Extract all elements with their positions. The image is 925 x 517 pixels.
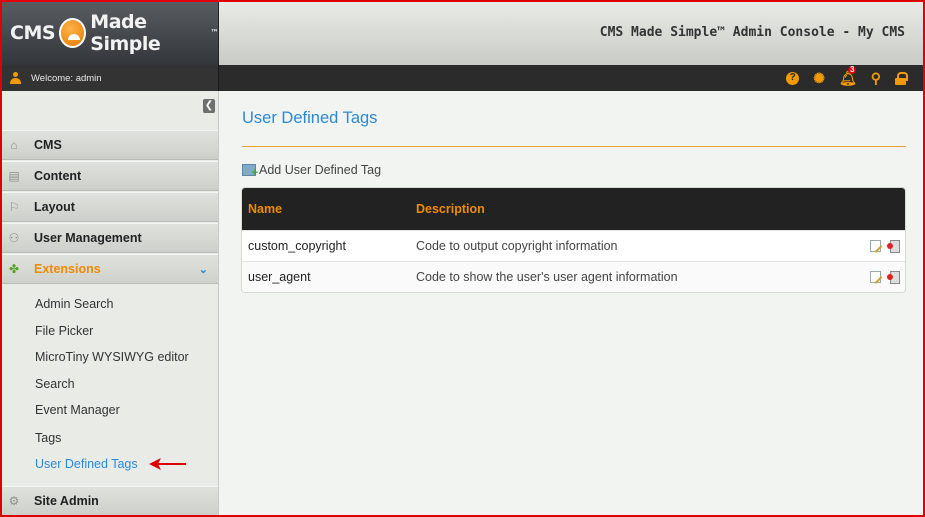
add-link-label: Add User Defined Tag <box>259 163 382 177</box>
sidebar-item-event-manager[interactable]: Event Manager <box>35 403 120 417</box>
notifications-bell-icon[interactable]: 🔔︎ 3 <box>839 66 857 86</box>
gear-icon: ⚙ <box>8 494 20 508</box>
tag-name-link[interactable]: custom_copyright <box>242 239 416 253</box>
annotation-arrow-icon <box>149 458 186 470</box>
sidebar-section-label: Site Admin <box>34 494 99 508</box>
delete-icon[interactable] <box>887 240 900 253</box>
logo-badge-icon <box>59 17 87 48</box>
user-bar: Welcome: admin ? ✺ 🔔︎ 3 ⚲ <box>0 65 925 91</box>
sidebar-section-extensions[interactable]: ✤ Extensions ⌄ <box>0 254 218 284</box>
sidebar-section-layout[interactable]: ⚐ Layout <box>0 192 218 222</box>
settings-icon[interactable]: ✺ <box>813 71 825 85</box>
sidebar-item-search[interactable]: Search <box>35 377 75 391</box>
sidebar-section-label: Content <box>34 169 82 183</box>
column-header-description: Description <box>416 202 485 216</box>
edit-icon[interactable] <box>870 240 881 252</box>
chevron-down-icon: ⌄ <box>198 264 208 276</box>
sidebar-item-tags[interactable]: Tags <box>35 431 61 445</box>
header: CMS Made Simple ™ CMS Made Simple™ Admin … <box>0 0 925 65</box>
main-content: User Defined Tags Add User Defined Tag N… <box>220 91 925 517</box>
logo-cms: CMS <box>10 21 56 44</box>
row-actions <box>845 271 905 284</box>
trademark: ™ <box>210 28 219 37</box>
add-icon <box>242 164 258 179</box>
row-actions <box>845 240 905 253</box>
sidebar-item-microtiny[interactable]: MicroTiny WYSIWYG editor <box>35 350 189 364</box>
tag-description: Code to show the user's user agent infor… <box>416 270 678 284</box>
header-bar: CMS Made Simple™ Admin Console - My CMS <box>219 0 925 65</box>
sidebar-section-user-management[interactable]: ⚇ User Management <box>0 223 218 253</box>
user-actions: ? ✺ 🔔︎ 3 ⚲ <box>219 66 925 86</box>
notification-count-badge: 3 <box>847 65 857 74</box>
logo[interactable]: CMS Made Simple ™ <box>0 0 219 65</box>
user-welcome: Welcome: admin <box>0 65 219 91</box>
console-title: CMS Made Simple™ Admin Console - My CMS <box>599 25 905 40</box>
users-icon: ⚇ <box>8 231 20 245</box>
puzzle-icon: ✤ <box>8 262 20 276</box>
sidebar-item-admin-search[interactable]: Admin Search <box>35 297 114 311</box>
add-user-defined-tag-link[interactable]: Add User Defined Tag <box>242 163 382 179</box>
sidebar: ❮ ⌂ CMS ▤ Content ⚐ Layout ⚇ User Manage… <box>0 91 219 517</box>
sidebar-section-content[interactable]: ▤ Content <box>0 161 218 191</box>
table-header: Name Description <box>242 188 905 230</box>
help-icon[interactable]: ? <box>786 71 800 85</box>
tag-name-link[interactable]: user_agent <box>242 270 416 284</box>
sidebar-section-label: Layout <box>34 200 75 214</box>
sidebar-section-label: CMS <box>34 138 62 152</box>
logout-lock-icon[interactable] <box>895 71 908 85</box>
udt-table: Name Description custom_copyright Code t… <box>241 187 906 293</box>
table-row[interactable]: user_agent Code to show the user's user … <box>242 261 905 292</box>
sidebar-item-file-picker[interactable]: File Picker <box>35 324 93 338</box>
logo-text: CMS Made Simple ™ <box>10 11 218 55</box>
tag-description: Code to output copyright information <box>416 239 618 253</box>
sidebar-section-cms[interactable]: ⌂ CMS <box>0 130 218 160</box>
title-divider <box>242 146 906 147</box>
home-icon: ⌂ <box>10 138 18 152</box>
edit-icon[interactable] <box>870 271 881 283</box>
table-row[interactable]: custom_copyright Code to output copyrigh… <box>242 230 905 261</box>
page-icon: ▤ <box>8 169 20 183</box>
search-icon[interactable]: ⚲ <box>871 71 881 85</box>
delete-icon[interactable] <box>887 271 900 284</box>
sidebar-item-user-defined-tags[interactable]: User Defined Tags <box>35 457 138 471</box>
welcome-text: Welcome: admin <box>31 72 102 84</box>
page-title: User Defined Tags <box>242 109 378 127</box>
sidebar-section-site-admin[interactable]: ⚙ Site Admin <box>0 486 218 516</box>
sidebar-section-label: Extensions <box>34 262 101 276</box>
logo-made-simple: Made Simple <box>90 10 161 55</box>
sidebar-section-label: User Management <box>34 231 142 245</box>
layout-icon: ⚐ <box>8 200 20 214</box>
user-icon <box>10 72 21 84</box>
collapse-sidebar-icon[interactable]: ❮ <box>203 99 215 113</box>
column-header-name: Name <box>248 202 283 216</box>
